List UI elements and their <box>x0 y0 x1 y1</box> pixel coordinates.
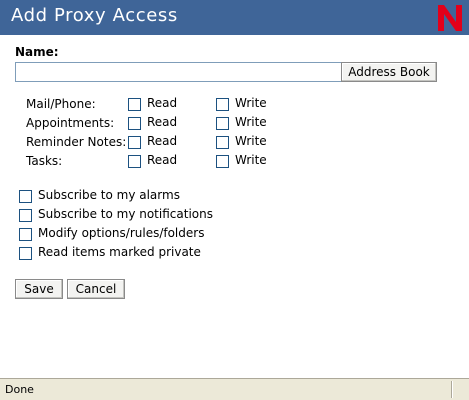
permission-label-mail-phone: Mail/Phone: <box>26 97 96 111</box>
subscribe-notifications-label: Subscribe to my notifications <box>38 207 213 221</box>
appointments-write-label: Write <box>235 115 267 129</box>
tasks-write-checkbox[interactable] <box>216 155 229 168</box>
mail-phone-read-label: Read <box>147 96 178 110</box>
reminder-notes-read-label: Read <box>147 134 178 148</box>
reminder-notes-write-checkbox[interactable] <box>216 136 229 149</box>
save-button[interactable]: Save <box>15 279 63 299</box>
permission-label-reminder-notes: Reminder Notes: <box>26 135 127 149</box>
mail-phone-write-label: Write <box>235 96 267 110</box>
mail-phone-read-checkbox[interactable] <box>128 98 141 111</box>
modify-options-label: Modify options/rules/folders <box>38 226 205 240</box>
status-text: Done <box>5 383 34 396</box>
name-label: Name: <box>15 45 59 59</box>
address-book-button[interactable]: Address Book <box>341 62 437 82</box>
tasks-read-label: Read <box>147 153 178 167</box>
read-private-label: Read items marked private <box>38 245 201 259</box>
subscribe-alarms-label: Subscribe to my alarms <box>38 188 180 202</box>
tasks-read-checkbox[interactable] <box>128 155 141 168</box>
reminder-notes-write-label: Write <box>235 134 267 148</box>
tasks-write-label: Write <box>235 153 267 167</box>
status-bar: Done <box>0 378 469 400</box>
permission-label-tasks: Tasks: <box>26 154 63 168</box>
modify-options-checkbox[interactable] <box>19 228 32 241</box>
appointments-read-checkbox[interactable] <box>128 117 141 130</box>
read-private-checkbox[interactable] <box>19 247 32 260</box>
status-divider <box>451 381 452 398</box>
appointments-read-label: Read <box>147 115 178 129</box>
subscribe-alarms-checkbox[interactable] <box>19 190 32 203</box>
title-bar: Add Proxy Access <box>0 0 469 35</box>
reminder-notes-read-checkbox[interactable] <box>128 136 141 149</box>
cancel-button[interactable]: Cancel <box>67 279 125 299</box>
novell-logo-icon <box>438 5 462 31</box>
name-input[interactable] <box>15 62 343 82</box>
subscribe-notifications-checkbox[interactable] <box>19 209 32 222</box>
mail-phone-write-checkbox[interactable] <box>216 98 229 111</box>
permission-label-appointments: Appointments: <box>26 116 115 130</box>
window-title: Add Proxy Access <box>11 5 178 26</box>
appointments-write-checkbox[interactable] <box>216 117 229 130</box>
